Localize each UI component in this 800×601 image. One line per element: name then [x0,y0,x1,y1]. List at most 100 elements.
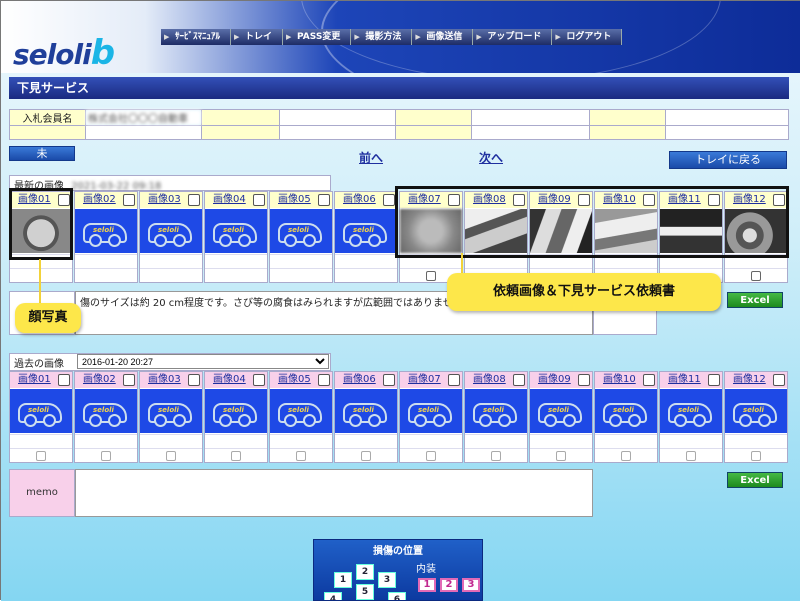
placeholder-image[interactable]: seloli [725,389,787,433]
image-cell: 画像03 seloli [139,371,203,463]
nav-image-send[interactable]: 画像送信 [412,29,474,45]
image-cell-header: 画像10 [595,372,657,388]
image-link[interactable]: 画像01 [10,374,51,385]
image-select-checkbox[interactable] [578,374,590,386]
row-checkbox[interactable] [556,451,566,461]
row-checkbox[interactable] [491,451,501,461]
nav-pass-change[interactable]: PASS変更 [283,29,352,45]
placeholder-image[interactable]: seloli [270,389,332,433]
image-link[interactable]: 画像06 [335,194,376,205]
excel-button-latest[interactable]: Excel [727,292,783,308]
seat-5[interactable]: 5 [356,584,374,600]
tray-return-button[interactable]: トレイに戻る [669,151,787,169]
damage-position-panel: 損傷の位置 1 2 3 4 5 6 内装 1 2 3 [313,539,483,601]
interior-label: 内装 [416,564,436,575]
interior-button-2[interactable]: 2 [440,578,458,592]
placeholder-image[interactable]: seloli [205,209,267,253]
placeholder-image[interactable]: seloli [270,209,332,253]
excel-button-past[interactable]: Excel [727,472,783,488]
placeholder-image[interactable]: seloli [140,389,202,433]
seat-2[interactable]: 2 [356,564,374,580]
prev-link[interactable]: 前へ [359,149,383,166]
image-select-checkbox[interactable] [318,374,330,386]
image-select-checkbox[interactable] [773,374,785,386]
row-checkbox[interactable] [751,451,761,461]
image-link[interactable]: 画像05 [270,374,311,385]
placeholder-image[interactable]: seloli [140,209,202,253]
image-cell-header: 画像02 [75,372,137,388]
image-link[interactable]: 画像11 [660,374,701,385]
seat-1[interactable]: 1 [334,572,352,588]
interior-button-3[interactable]: 3 [462,578,480,592]
image-select-checkbox[interactable] [123,194,135,206]
image-link[interactable]: 画像07 [400,374,441,385]
image-select-checkbox[interactable] [188,194,200,206]
interior-button-1[interactable]: 1 [418,578,436,592]
seat-3[interactable]: 3 [378,572,396,588]
nav-upload[interactable]: アップロード [473,29,553,45]
image-link[interactable]: 画像02 [75,194,116,205]
row-checkbox[interactable] [686,451,696,461]
image-cell: 画像04 seloli [204,371,268,463]
row-checkbox[interactable] [426,271,436,281]
memo-label: memo [9,469,75,517]
past-images-select[interactable]: 2016-01-20 20:27 [77,354,329,369]
row-checkbox[interactable] [231,451,241,461]
image-cell-header: 画像11 [660,372,722,388]
damage-title: 損傷の位置 [373,546,423,557]
image-link[interactable]: 画像09 [530,374,571,385]
row-checkbox[interactable] [36,451,46,461]
image-select-checkbox[interactable] [448,374,460,386]
image-select-checkbox[interactable] [188,374,200,386]
header-banner: selolib ｻｰﾋﾞｽﾏﾆｭｱﾙ トレイ PASS変更 撮影方法 画像送信 … [1,1,800,73]
row-checkbox[interactable] [296,451,306,461]
row-checkbox[interactable] [426,451,436,461]
placeholder-image[interactable]: seloli [75,389,137,433]
next-link[interactable]: 次へ [479,149,503,166]
image-link[interactable]: 画像10 [595,374,636,385]
status-button[interactable]: 未 [9,146,75,161]
image-link[interactable]: 画像03 [140,194,181,205]
image-select-checkbox[interactable] [708,374,720,386]
image-cell: 画像05 seloli [269,191,333,283]
image-select-checkbox[interactable] [383,374,395,386]
placeholder-image[interactable]: seloli [530,389,592,433]
image-cell: 画像08 seloli [464,371,528,463]
image-select-checkbox[interactable] [123,374,135,386]
image-select-checkbox[interactable] [58,374,70,386]
top-nav: ｻｰﾋﾞｽﾏﾆｭｱﾙ トレイ PASS変更 撮影方法 画像送信 アップロード ロ… [161,29,623,45]
image-select-checkbox[interactable] [253,374,265,386]
placeholder-image[interactable]: seloli [335,389,397,433]
image-link[interactable]: 画像12 [725,374,766,385]
image-select-checkbox[interactable] [318,194,330,206]
placeholder-image[interactable]: seloli [205,389,267,433]
nav-tray[interactable]: トレイ [231,29,284,45]
placeholder-image[interactable]: seloli [660,389,722,433]
image-select-checkbox[interactable] [383,194,395,206]
placeholder-image[interactable]: seloli [75,209,137,253]
image-link[interactable]: 画像05 [270,194,311,205]
image-link[interactable]: 画像08 [465,374,506,385]
image-link[interactable]: 画像02 [75,374,116,385]
placeholder-image[interactable]: seloli [335,209,397,253]
nav-logout[interactable]: ログアウト [552,29,623,45]
image-link[interactable]: 画像04 [205,374,246,385]
row-checkbox[interactable] [166,451,176,461]
nav-service-manual[interactable]: ｻｰﾋﾞｽﾏﾆｭｱﾙ [161,29,232,45]
row-checkbox[interactable] [101,451,111,461]
row-checkbox[interactable] [621,451,631,461]
placeholder-image[interactable]: seloli [465,389,527,433]
nav-shooting-method[interactable]: 撮影方法 [351,29,413,45]
image-select-checkbox[interactable] [513,374,525,386]
image-select-checkbox[interactable] [253,194,265,206]
row-checkbox[interactable] [751,271,761,281]
image-link[interactable]: 画像04 [205,194,246,205]
image-select-checkbox[interactable] [643,374,655,386]
image-link[interactable]: 画像06 [335,374,376,385]
memo-textarea[interactable] [75,469,593,517]
placeholder-image[interactable]: seloli [595,389,657,433]
row-checkbox[interactable] [361,451,371,461]
placeholder-image[interactable]: seloli [400,389,462,433]
image-link[interactable]: 画像03 [140,374,181,385]
placeholder-image[interactable]: seloli [10,389,72,433]
